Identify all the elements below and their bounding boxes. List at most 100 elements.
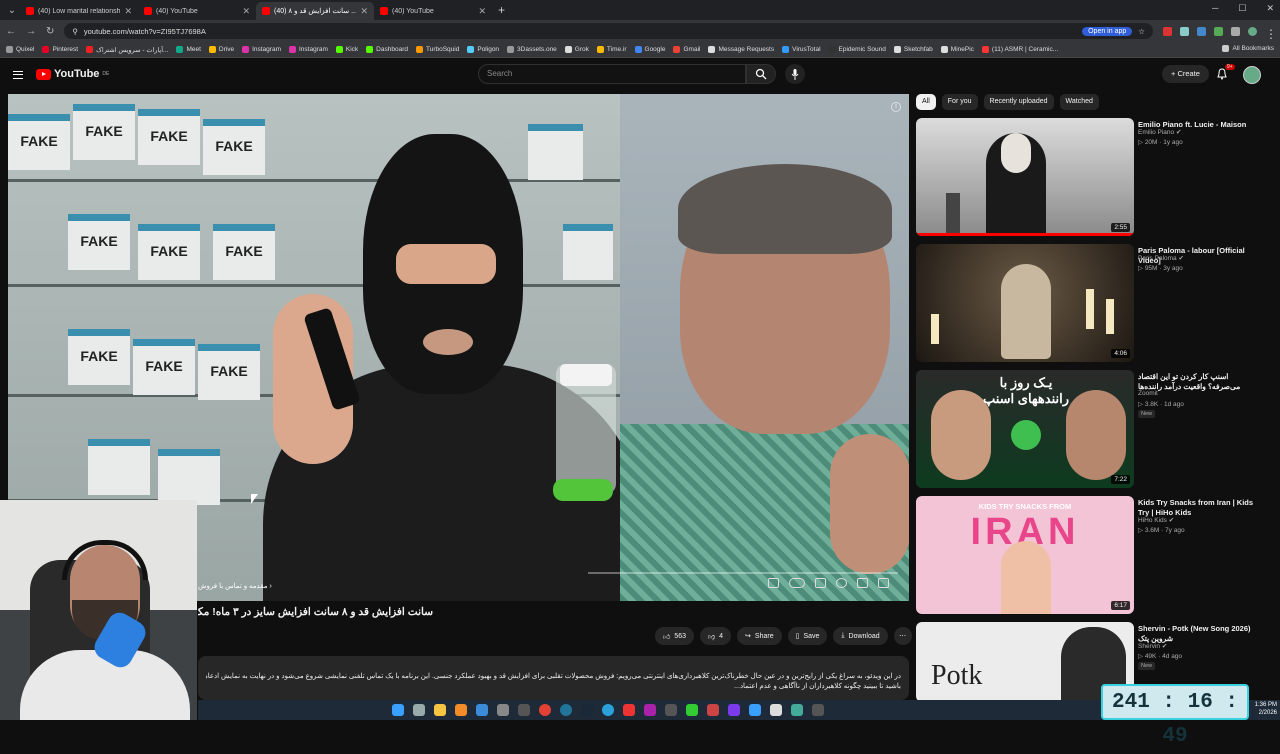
- chip-recently-uploaded[interactable]: Recently uploaded: [983, 94, 1054, 110]
- bookmark-item[interactable]: Pinterest: [42, 46, 78, 53]
- notes-icon[interactable]: [623, 704, 635, 716]
- settings-icon[interactable]: [497, 704, 509, 716]
- url-field[interactable]: ⚲ youtube.com/watch?v=ZI95TJ7698A Open i…: [64, 23, 1153, 39]
- chip-watched[interactable]: Watched: [1059, 94, 1099, 110]
- theater-mode-icon[interactable]: [857, 578, 868, 588]
- system-clock[interactable]: 1:36 PM 2/2026: [1255, 701, 1277, 717]
- voice-search-button[interactable]: [785, 64, 805, 84]
- bookmark-item[interactable]: Grok: [564, 46, 589, 53]
- video-description[interactable]: در این ویدئو، به سراغ یکی از رایج‌ترین و…: [198, 656, 909, 700]
- bookmark-star-icon[interactable]: ☆: [1138, 27, 1145, 36]
- video-thumbnail[interactable]: 4:06: [916, 244, 1134, 362]
- rec-channel[interactable]: HiHo Kids ✔: [1138, 516, 1174, 524]
- app-icon[interactable]: [812, 704, 824, 716]
- profile-icon[interactable]: [1248, 26, 1257, 36]
- close-window-icon[interactable]: ✕: [1266, 3, 1274, 14]
- create-button[interactable]: + Create: [1162, 65, 1209, 83]
- close-icon[interactable]: ✕: [478, 6, 486, 17]
- save-button[interactable]: ▯ Save: [787, 627, 828, 645]
- back-icon[interactable]: ←: [6, 26, 16, 37]
- media-icon[interactable]: [518, 704, 530, 716]
- close-icon[interactable]: ✕: [360, 6, 368, 17]
- start-icon[interactable]: [392, 704, 404, 716]
- chip-all[interactable]: All: [916, 94, 936, 110]
- forward-icon[interactable]: →: [26, 26, 36, 37]
- telegram-icon[interactable]: [602, 704, 614, 716]
- rec-channel[interactable]: Paris Paloma ✔: [1138, 254, 1184, 262]
- extension-icon[interactable]: [1214, 26, 1223, 36]
- chrome-icon[interactable]: [539, 704, 551, 716]
- account-avatar[interactable]: [1243, 66, 1261, 84]
- bookmark-item[interactable]: Epidemic Sound: [828, 46, 886, 53]
- file-explorer-icon[interactable]: [413, 704, 425, 716]
- app-icon[interactable]: [791, 704, 803, 716]
- tab-list-icon[interactable]: ⌄: [4, 5, 20, 16]
- app-icon[interactable]: [644, 704, 656, 716]
- app-icon[interactable]: [749, 704, 761, 716]
- site-info-icon[interactable]: ⚲: [72, 27, 78, 36]
- recommendation-item[interactable]: KIDS TRY SNACKS FROM IRAN 6:17 Kids Try …: [916, 496, 1266, 614]
- bookmark-item[interactable]: 3Dassets.one: [507, 46, 557, 53]
- bookmark-item[interactable]: Gmail: [673, 46, 700, 53]
- bookmark-item[interactable]: Quixel: [6, 46, 34, 53]
- minimize-icon[interactable]: ─: [1212, 3, 1218, 14]
- bookmark-item[interactable]: Sketchfab: [893, 46, 933, 53]
- search-icon[interactable]: [455, 704, 467, 716]
- bookmark-item[interactable]: MinePic: [940, 46, 974, 53]
- rec-channel[interactable]: Emilio Piano ✔: [1138, 128, 1181, 136]
- video-progress-bar[interactable]: [588, 572, 898, 574]
- rec-channel[interactable]: Zoomit: [1138, 390, 1158, 397]
- app-icon[interactable]: [770, 704, 782, 716]
- autoplay-toggle-icon[interactable]: [789, 578, 805, 588]
- bookmark-item[interactable]: Google: [634, 46, 665, 53]
- like-button[interactable]: 👍︎ 563: [655, 627, 695, 645]
- menu-dots-icon[interactable]: ⋮: [1265, 27, 1277, 41]
- chapter-label[interactable]: مقدمه و تماس با فروش ›: [198, 582, 272, 590]
- download-button[interactable]: ⤓ Download: [833, 627, 888, 645]
- reload-icon[interactable]: ↻: [46, 26, 54, 37]
- recommendation-item[interactable]: 2:55 Emilio Piano ft. Lucie - Maison Emi…: [916, 118, 1266, 236]
- browser-tab[interactable]: (40) YouTube ✕: [138, 2, 256, 20]
- bookmark-item[interactable]: Instagram: [242, 46, 281, 53]
- browser-tab[interactable]: (40) YouTube ✕: [374, 2, 492, 20]
- bookmark-item[interactable]: Message Requests: [708, 46, 774, 53]
- bookmark-item[interactable]: آپارات - سرویس اشتراک...: [86, 46, 168, 54]
- open-in-app-button[interactable]: Open in app: [1082, 26, 1133, 36]
- bookmark-item[interactable]: (11) ASMR | Ceramic...: [981, 46, 1058, 53]
- video-thumbnail[interactable]: یـک روز با رانندههای اسنپ 7:22: [916, 370, 1134, 488]
- video-thumbnail[interactable]: 2:55: [916, 118, 1134, 236]
- bookmark-item[interactable]: Instagram: [288, 46, 328, 53]
- captions-icon[interactable]: [815, 578, 826, 588]
- search-input[interactable]: Search: [478, 64, 746, 84]
- bookmark-item[interactable]: Poligon: [467, 46, 499, 53]
- close-icon[interactable]: ✕: [242, 6, 250, 17]
- app-icon[interactable]: [686, 704, 698, 716]
- bookmark-item[interactable]: Dashboard: [366, 46, 408, 53]
- miniplayer-icon[interactable]: [768, 578, 779, 588]
- all-bookmarks-folder[interactable]: All Bookmarks: [1222, 45, 1274, 52]
- extension-icon[interactable]: [1197, 26, 1206, 36]
- bookmark-item[interactable]: Drive: [208, 46, 234, 53]
- dislike-button[interactable]: 👎︎ 4: [700, 627, 732, 645]
- video-thumbnail[interactable]: KIDS TRY SNACKS FROM IRAN 6:17: [916, 496, 1134, 614]
- bookmark-item[interactable]: VirusTotal: [782, 46, 821, 53]
- info-icon[interactable]: i: [891, 102, 901, 112]
- bookmark-item[interactable]: TurboSquid: [415, 46, 459, 53]
- folder-icon[interactable]: [434, 704, 446, 716]
- bookmark-item[interactable]: Time.ir: [596, 46, 627, 53]
- bookmark-item[interactable]: Kick: [335, 46, 358, 53]
- more-actions-button[interactable]: ⋯: [893, 627, 912, 645]
- close-icon[interactable]: ✕: [124, 6, 132, 17]
- chip-for-you[interactable]: For you: [941, 94, 978, 110]
- recommendation-item[interactable]: یـک روز با رانندههای اسنپ 7:22 اسنپ کار …: [916, 370, 1266, 488]
- app-icon[interactable]: [707, 704, 719, 716]
- youtube-logo[interactable]: YouTube DE: [36, 68, 109, 80]
- steam-icon[interactable]: [581, 704, 593, 716]
- maximize-icon[interactable]: ☐: [1238, 3, 1246, 14]
- app-icon[interactable]: [665, 704, 677, 716]
- app-icon[interactable]: [728, 704, 740, 716]
- share-button[interactable]: ↪ Share: [737, 627, 782, 645]
- settings-gear-icon[interactable]: [836, 578, 847, 588]
- extension-icon[interactable]: [1180, 26, 1189, 36]
- recommendation-item[interactable]: 4:06 Paris Paloma - labour [Official Vid…: [916, 244, 1266, 362]
